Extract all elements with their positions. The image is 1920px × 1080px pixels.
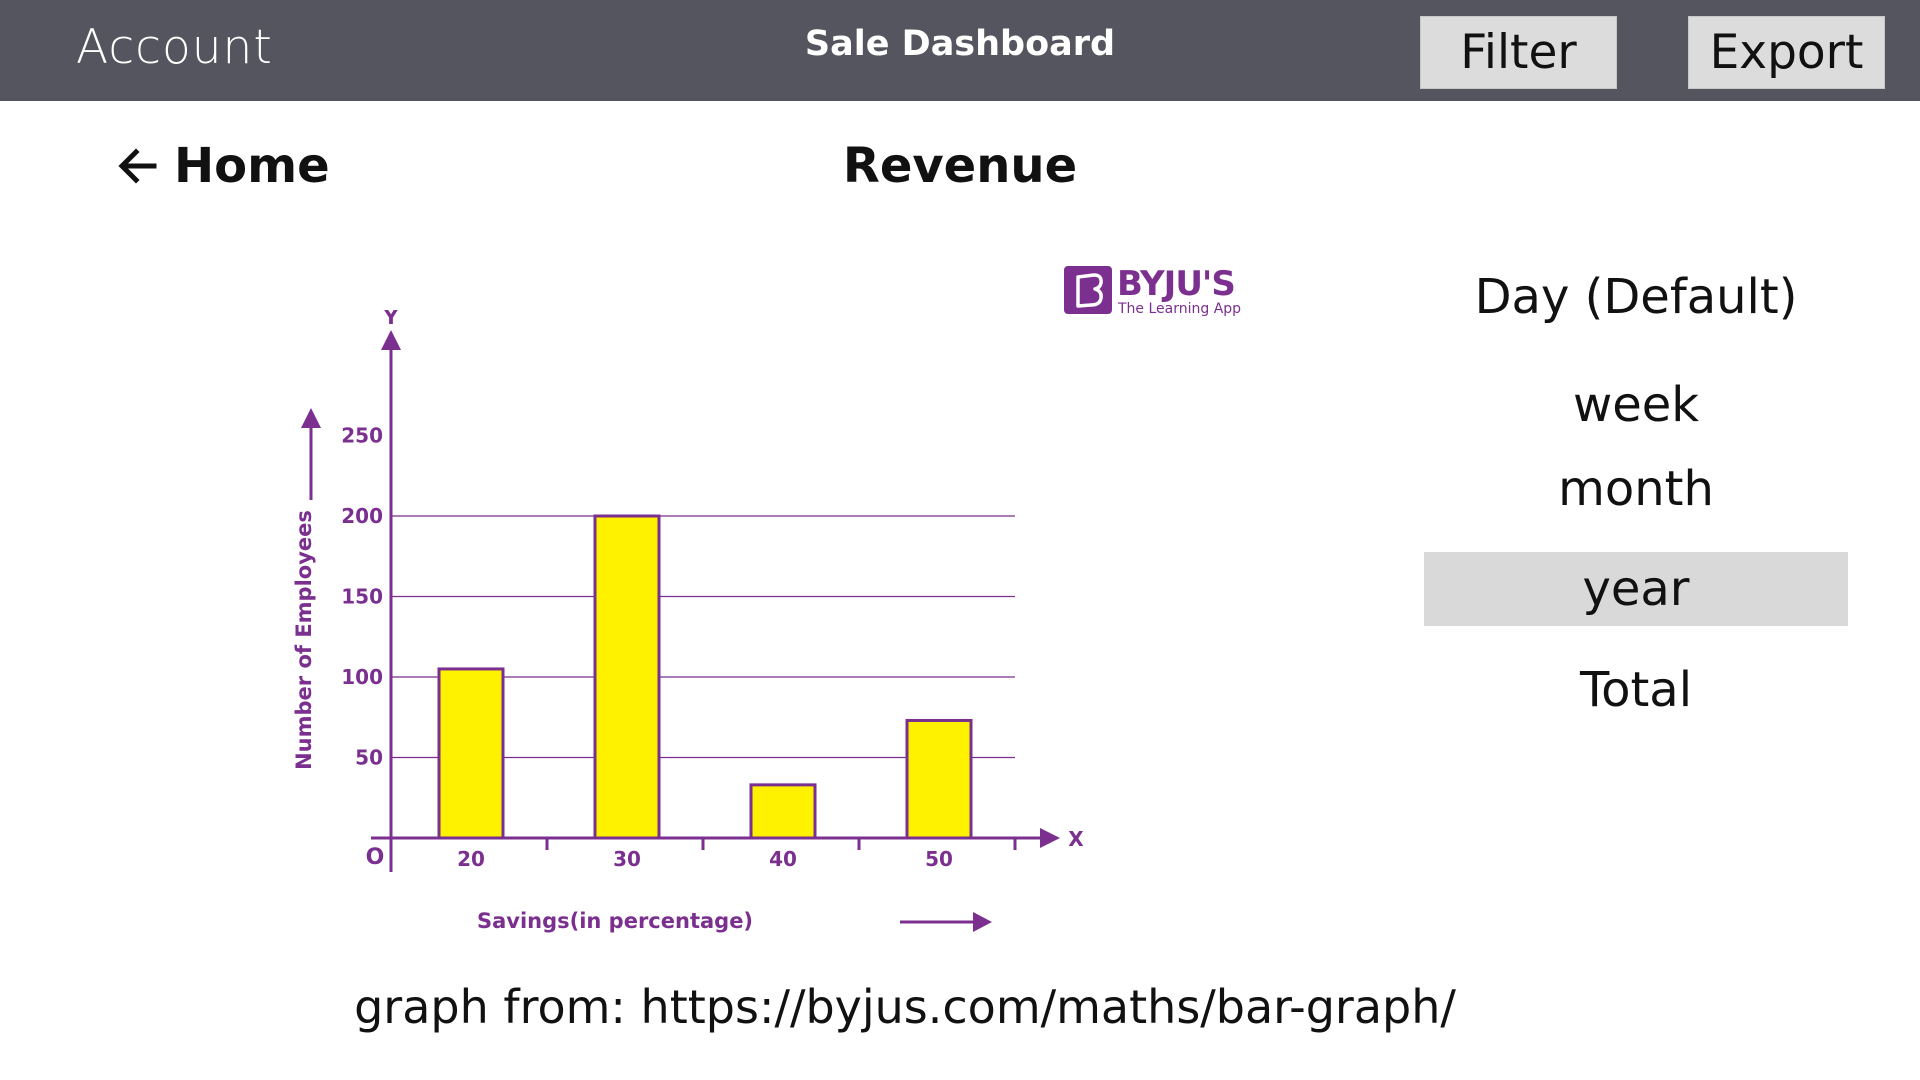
app-title: Sale Dashboard [804, 24, 1116, 64]
x-axis-letter: X [1068, 827, 1084, 851]
x-tick-label-40: 40 [769, 847, 797, 871]
logo-mark [1064, 266, 1112, 314]
bar-30 [593, 514, 661, 840]
top-bar: Account Sale Dashboard Filter Export [0, 0, 1920, 101]
filter-button[interactable]: Filter [1420, 16, 1617, 89]
x-axis-title: Savings(in percentage) [477, 909, 753, 933]
graph-credit: graph from: https://byjus.com/maths/bar-… [354, 980, 1456, 1034]
period-option-year[interactable]: year [1424, 552, 1848, 626]
x-tick-label-30: 30 [613, 847, 641, 871]
logo-tagline: The Learning App [1118, 301, 1242, 317]
y-tick-label-100: 100 [341, 665, 383, 689]
x-axis-title-arrow-head [973, 912, 992, 932]
period-option-week[interactable]: week [1424, 368, 1848, 442]
y-axis-title-arrow-head [301, 408, 321, 428]
bar-chart: 50 100 150 200 250 20 30 40 50 O Y X Savings(in perc… [292, 310, 1084, 933]
origin-label: O [366, 845, 385, 870]
x-tick-label-50: 50 [925, 847, 953, 871]
y-axis-title: Number of Employees [292, 510, 316, 770]
x-tick-label-20: 20 [457, 847, 485, 871]
bar-40 [749, 783, 817, 840]
export-button[interactable]: Export [1688, 16, 1885, 89]
y-axis-arrow [381, 330, 401, 350]
y-axis-letter: Y [383, 310, 399, 329]
logo-b-icon [1076, 273, 1103, 308]
period-option-total[interactable]: Total [1424, 653, 1848, 727]
chart-labels: 50 100 150 200 250 20 30 40 50 O Y X Savings(in perc… [292, 310, 1084, 933]
period-option-month[interactable]: month [1424, 452, 1848, 526]
bar-50 [905, 718, 973, 840]
period-option-day[interactable]: Day (Default) [1424, 260, 1848, 334]
logo-wordmark: BYJU'S [1117, 264, 1236, 304]
bar-20 [437, 667, 505, 840]
y-tick-label-150: 150 [341, 585, 383, 609]
x-axis-arrow [1040, 828, 1060, 848]
y-tick-label-250: 250 [341, 424, 383, 448]
page-heading: Revenue [842, 138, 1078, 194]
y-tick-label-200: 200 [341, 504, 383, 528]
y-tick-label-50: 50 [355, 746, 383, 770]
